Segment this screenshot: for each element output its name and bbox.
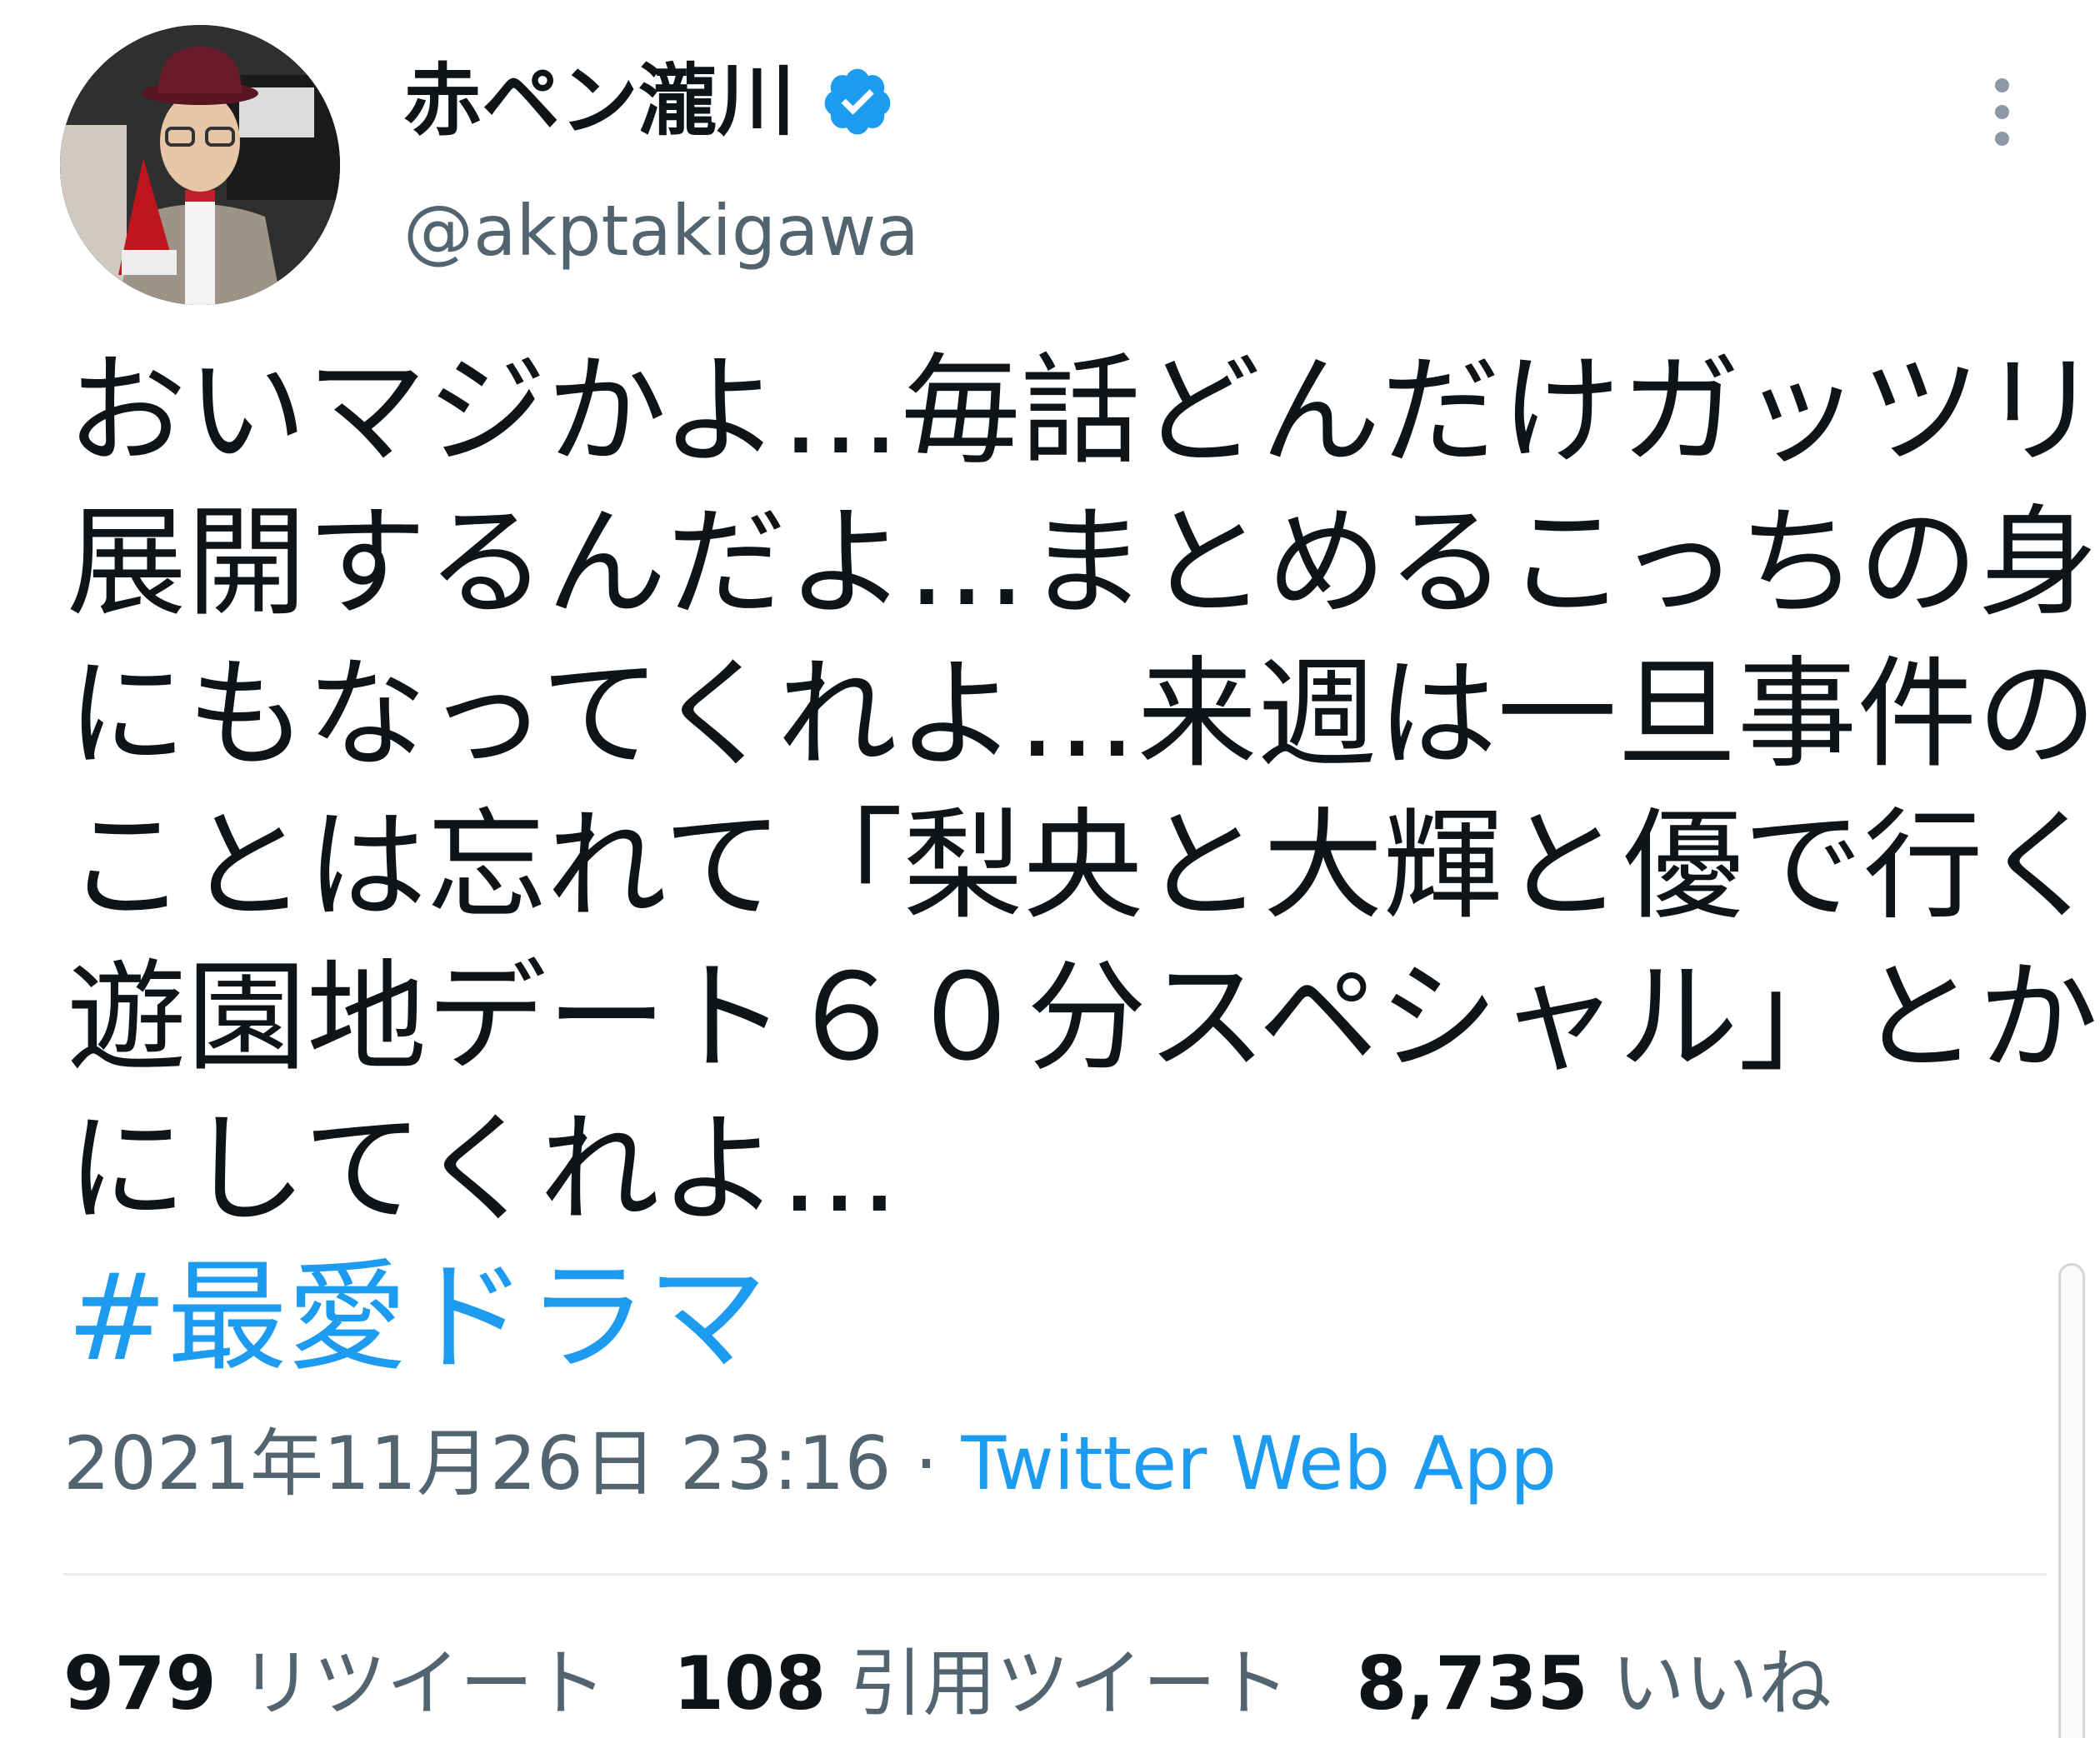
tweet-stats: 979 リツイート 108 引用ツイート 8,735 いいね	[63, 1638, 1898, 1730]
quotes-label: 引用ツイート	[849, 1641, 1290, 1726]
retweets-label: リツイート	[239, 1641, 607, 1726]
timestamp[interactable]: 2021年11月26日 23:16	[63, 1421, 891, 1506]
user-handle[interactable]: @akptakigawa	[403, 185, 919, 277]
tweet-text-line: 展開するんだよ…まとめるこっちの身	[67, 492, 2098, 632]
tweet-text-line: おいマジかよ…毎話どんだけガッツリ	[67, 341, 2100, 481]
retweets-count: 979	[63, 1641, 217, 1726]
quotes-stat[interactable]: 108 引用ツイート	[673, 1638, 1290, 1730]
tweet-text-line: にしてくれよ…	[67, 1099, 900, 1239]
verified-badge-icon	[820, 64, 895, 139]
retweets-stat[interactable]: 979 リツイート	[63, 1638, 607, 1730]
scrollbar[interactable]	[2058, 1263, 2085, 1738]
tweet-text-line: にもなってくれよ…来週は一旦事件の	[67, 644, 2098, 784]
likes-label: いいね	[1611, 1641, 1832, 1726]
tweet-text-line: 遊園地デート６０分スペシャル」とか	[67, 947, 2098, 1087]
tweet-text-line: ことは忘れて「梨央と大輝と優で行く	[67, 796, 2100, 936]
avatar-photo	[60, 25, 340, 305]
more-options-icon[interactable]	[1982, 75, 2023, 150]
hashtag-link[interactable]: #最愛ドラマ	[67, 1241, 768, 1393]
likes-count: 8,735	[1356, 1641, 1588, 1726]
quotes-count: 108	[672, 1641, 827, 1726]
display-name-text: 赤ペン瀧川	[403, 56, 796, 147]
display-name[interactable]: 赤ペン瀧川	[403, 52, 895, 152]
likes-stat[interactable]: 8,735 いいね	[1356, 1638, 1831, 1730]
avatar[interactable]	[60, 25, 340, 305]
divider	[63, 1573, 2047, 1576]
source-link[interactable]: Twitter Web App	[961, 1421, 1557, 1506]
tweet-meta: 2021年11月26日 23:16 · Twitter Web App	[63, 1418, 1557, 1510]
tweet-text: おいマジかよ…毎話どんだけガッツリ 展開するんだよ…まとめるこっちの身 にもなっ…	[67, 335, 2100, 1245]
meta-separator: ·	[891, 1421, 962, 1506]
